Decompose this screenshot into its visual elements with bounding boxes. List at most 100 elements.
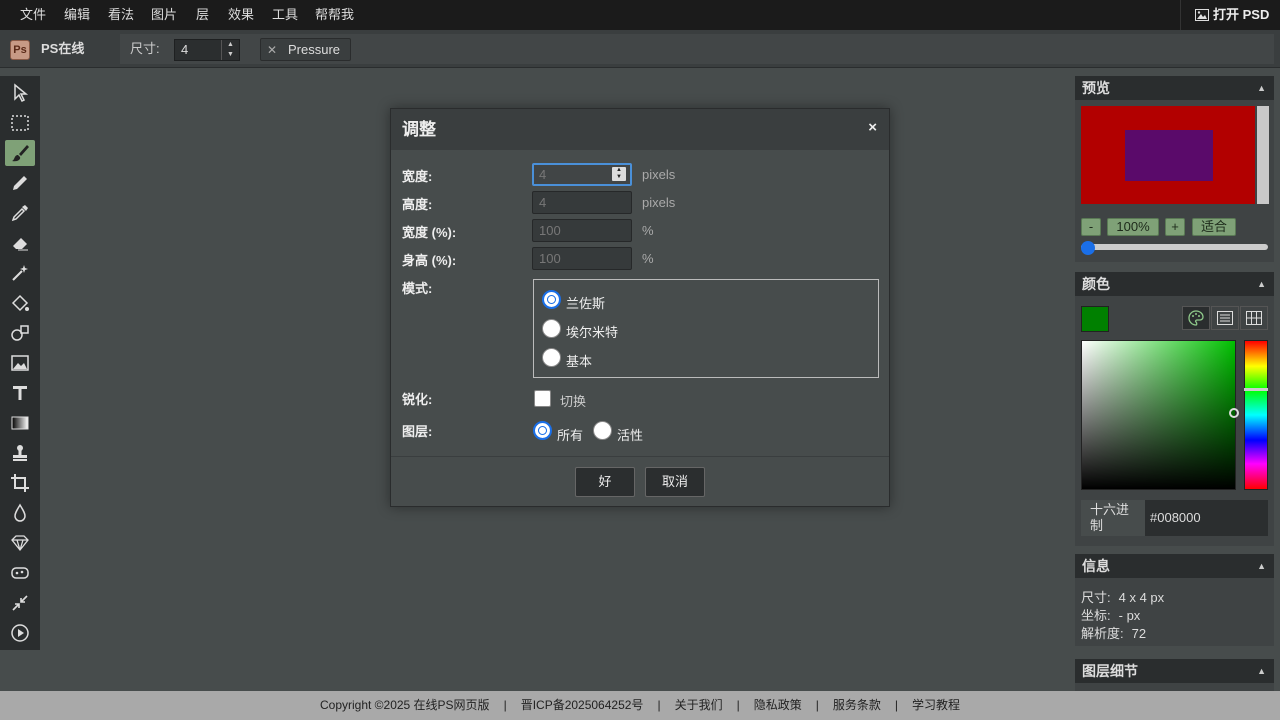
layer-radio-active[interactable]	[593, 421, 612, 440]
width-stepper[interactable]: ▲ ▼	[612, 167, 626, 181]
layer-label-active: 活性	[617, 428, 644, 443]
layer-details-panel: 图层细节 ▲	[1075, 659, 1274, 691]
dialog-title: 调整	[402, 120, 436, 139]
footer-separator: |	[503, 698, 507, 712]
brush-tool[interactable]	[5, 140, 35, 166]
menu-help[interactable]: 帮帮我	[315, 0, 354, 30]
cancel-button[interactable]: 取消	[645, 467, 705, 497]
image-tool[interactable]	[5, 350, 35, 376]
width-percent-input[interactable]: 100	[532, 219, 632, 242]
zoom-level[interactable]: 100%	[1107, 218, 1159, 236]
preview-panel-header[interactable]: 预览 ▲	[1075, 76, 1274, 100]
paint-bucket-icon	[11, 294, 29, 312]
menu-view[interactable]: 看法	[108, 0, 134, 30]
footer-icp[interactable]: 晋ICP备2025064252号	[521, 698, 644, 712]
zoom-slider-handle[interactable]	[1081, 241, 1095, 255]
size-stepper[interactable]: ▲ ▼	[221, 40, 239, 60]
color-panel-title: 颜色	[1082, 276, 1110, 292]
list-icon	[1217, 311, 1233, 325]
collapse-icon[interactable]: ▲	[1257, 554, 1266, 578]
footer-terms-link[interactable]: 服务条款	[833, 698, 881, 712]
saturation-value-picker[interactable]	[1081, 340, 1236, 490]
ok-button[interactable]: 好	[575, 467, 635, 497]
menu-image[interactable]: 图片	[151, 0, 177, 30]
mode-label-basic: 基本	[566, 354, 593, 369]
collapse-icon[interactable]: ▲	[1257, 659, 1266, 683]
chevron-up-icon[interactable]: ▲	[222, 40, 239, 50]
fill-tool[interactable]	[5, 290, 35, 316]
layer-details-title: 图层细节	[1082, 663, 1138, 679]
smudge-tool[interactable]	[5, 560, 35, 586]
height-percent-input[interactable]: 100	[532, 247, 632, 270]
menu-effects[interactable]: 效果	[228, 0, 254, 30]
list-mode-button[interactable]	[1211, 306, 1239, 330]
mode-radio-lanczos[interactable]	[542, 290, 561, 309]
footer-separator: |	[894, 698, 898, 712]
stamp-tool[interactable]	[5, 440, 35, 466]
eyedropper-icon	[11, 205, 28, 222]
mode-radio-basic[interactable]	[542, 348, 561, 367]
pencil-tool[interactable]	[5, 170, 35, 196]
close-icon[interactable]: ×	[868, 109, 877, 147]
magic-wand-tool[interactable]	[5, 260, 35, 286]
play-tool[interactable]	[5, 620, 35, 646]
width-input[interactable]: 4 ▲ ▼	[532, 163, 632, 186]
preview-viewport[interactable]	[1125, 130, 1213, 181]
stamp-icon	[13, 445, 27, 461]
hue-slider-handle[interactable]	[1244, 388, 1268, 391]
info-coords-label: 坐标:	[1081, 608, 1111, 623]
crop-tool[interactable]	[5, 470, 35, 496]
gradient-tool[interactable]	[5, 410, 35, 436]
current-color-swatch[interactable]	[1081, 306, 1109, 332]
fit-button[interactable]: 适合	[1192, 218, 1236, 236]
preview-scrollbar[interactable]	[1257, 106, 1269, 204]
footer-about-link[interactable]: 关于我们	[675, 698, 723, 712]
sharpen-tool[interactable]	[5, 530, 35, 556]
menu-tools[interactable]: 工具	[272, 0, 298, 30]
collapse-icon[interactable]: ▲	[1257, 272, 1266, 296]
zoom-in-button[interactable]: +	[1165, 218, 1185, 236]
color-picker-handle[interactable]	[1229, 408, 1239, 418]
zoom-out-button[interactable]: -	[1081, 218, 1101, 236]
color-panel-header[interactable]: 颜色 ▲	[1075, 272, 1274, 296]
resize-tool[interactable]	[5, 590, 35, 616]
shape-tool[interactable]	[5, 320, 35, 346]
pressure-label: Pressure	[288, 42, 341, 57]
close-icon[interactable]: ✕	[267, 39, 277, 61]
marquee-icon	[11, 115, 29, 131]
hue-slider[interactable]	[1244, 340, 1268, 490]
chevron-down-icon[interactable]: ▼	[222, 50, 239, 60]
pressure-toggle[interactable]: ✕ Pressure	[260, 38, 351, 61]
blur-tool[interactable]	[5, 500, 35, 526]
zoom-slider[interactable]	[1081, 244, 1268, 250]
ps-logo: Ps	[10, 40, 30, 60]
info-panel-header[interactable]: 信息 ▲	[1075, 554, 1274, 578]
collapse-icon[interactable]: ▲	[1257, 76, 1266, 100]
menu-edit[interactable]: 编辑	[64, 0, 90, 30]
layer-details-header[interactable]: 图层细节 ▲	[1075, 659, 1274, 683]
height-input[interactable]: 4	[532, 191, 632, 214]
height-percent-label: 身高 (%):	[402, 253, 457, 268]
palette-mode-button[interactable]	[1182, 306, 1210, 330]
layer-radio-all[interactable]	[533, 421, 552, 440]
eraser-tool[interactable]	[5, 230, 35, 256]
preview-canvas[interactable]	[1081, 106, 1255, 204]
hex-input[interactable]: #008000	[1145, 500, 1268, 536]
info-resolution-label: 解析度:	[1081, 626, 1124, 641]
footer-privacy-link[interactable]: 隐私政策	[754, 698, 802, 712]
marquee-tool[interactable]	[5, 110, 35, 136]
menu-layer[interactable]: 层	[196, 0, 209, 30]
hex-label: 十六进制	[1081, 500, 1145, 536]
width-percent-label: 宽度 (%):	[402, 225, 457, 240]
sharpen-checkbox[interactable]	[534, 390, 551, 407]
grid-mode-button[interactable]	[1240, 306, 1268, 330]
footer-tutorial-link[interactable]: 学习教程	[912, 698, 960, 712]
select-tool[interactable]	[5, 80, 35, 106]
footer-separator: |	[657, 698, 661, 712]
open-psd-button[interactable]: 打开 PSD	[1180, 0, 1280, 30]
text-tool[interactable]	[5, 380, 35, 406]
menu-file[interactable]: 文件	[20, 0, 46, 30]
brand-name: PS在线	[41, 41, 85, 56]
eyedropper-tool[interactable]	[5, 200, 35, 226]
mode-radio-hermite[interactable]	[542, 319, 561, 338]
